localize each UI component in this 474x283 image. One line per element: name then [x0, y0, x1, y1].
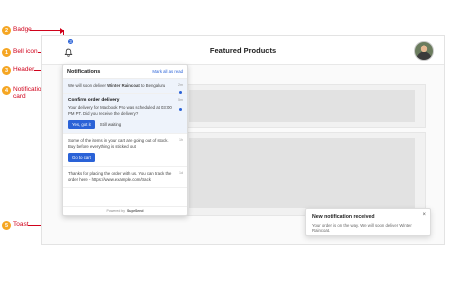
toast-title: New notification received [312, 214, 375, 220]
notification-text: Thanks for placing the order with us. Yo… [68, 171, 172, 182]
go-to-cart-button[interactable]: Go to cart [68, 153, 95, 162]
notification-time: 1d [179, 171, 183, 175]
callout-label: Header [13, 66, 35, 73]
inbox-header: Notifications Mark all as read [63, 65, 187, 79]
brand-name: SuprSend [126, 209, 144, 213]
callout-label: Badge [13, 26, 32, 33]
callout-number: 5 [2, 221, 11, 230]
notification-badge: 3 [67, 38, 74, 45]
notification-time: 5m [178, 98, 183, 102]
notification-time: 2m [178, 83, 183, 87]
callout-label: Toast [13, 221, 29, 228]
notification-time: 1h [179, 138, 183, 142]
notification-text: We will soon deliver Winter Raincoat to … [68, 83, 166, 88]
toast-notification[interactable]: New notification received Your order is … [305, 208, 431, 236]
mark-all-read-link[interactable]: Mark all as read [152, 69, 183, 74]
notification-card[interactable]: Thanks for placing the order with us. Yo… [63, 167, 187, 188]
close-icon[interactable]: × [422, 212, 426, 218]
powered-by-label: Powered by [106, 209, 125, 213]
callout-arrow [30, 27, 64, 34]
callout-bell: 1 Bell icon [2, 48, 38, 57]
notification-card[interactable]: We will soon deliver Winter Raincoat to … [63, 79, 187, 94]
notification-inbox: Notifications Mark all as read We will s… [62, 64, 188, 216]
toast-body: Your order is on the way. We will soon d… [312, 223, 412, 233]
notification-card[interactable]: Some of the items in your cart are going… [63, 134, 187, 167]
bell-icon[interactable] [64, 44, 73, 57]
notification-text: Your delivery for Macbook Pro was schedu… [68, 105, 172, 116]
top-bar: Featured Products [42, 36, 444, 65]
placeholder-block [189, 90, 415, 122]
notification-card[interactable]: Confirm order delivery Your delivery for… [63, 94, 187, 134]
callout-number: 4 [2, 86, 11, 95]
page-title: Featured Products [209, 46, 277, 55]
callout-number: 3 [2, 66, 11, 75]
notification-text: Some of the items in your cart are going… [68, 138, 169, 149]
notification-title: Confirm order delivery [68, 98, 120, 103]
unread-dot [179, 108, 182, 111]
content-placeholder [176, 132, 426, 216]
avatar[interactable] [414, 41, 434, 61]
callout-header: 3 Header [2, 66, 34, 75]
inbox-footer: Powered by SuprSend [63, 206, 187, 215]
callout-notification-card: 4 Notification card [2, 86, 45, 100]
callout-number: 2 [2, 26, 11, 35]
inbox-title: Notifications [67, 68, 101, 75]
content-placeholder [176, 84, 426, 128]
callout-badge: 2 Badge [2, 26, 32, 35]
callout-toast: 5 Toast [2, 221, 29, 230]
yes-got-it-button[interactable]: Yes, got it [68, 120, 95, 129]
still-waiting-button[interactable]: Still waiting [100, 122, 122, 127]
placeholder-block [189, 138, 415, 208]
callout-label: Bell icon [13, 48, 38, 55]
callout-number: 1 [2, 48, 11, 57]
